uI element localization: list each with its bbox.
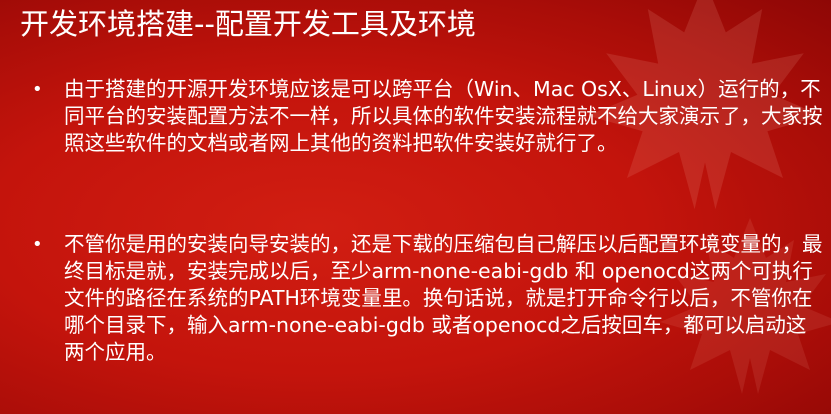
bullet-item: • 由于搭建的开源开发环境应该是可以跨平台（Win、Mac OsX、Linux）… <box>24 76 824 157</box>
slide-title: 开发环境搭建--配置开发工具及环境 <box>20 7 476 41</box>
bullet-icon: • <box>32 234 43 255</box>
bullet-text: 不管你是用的安装向导安装的，还是下载的压缩包自己解压以后配置环境变量的，最终目标… <box>64 232 823 364</box>
bullet-text: 由于搭建的开源开发环境应该是可以跨平台（Win、Mac OsX、Linux）运行… <box>64 77 823 155</box>
bullet-icon: • <box>32 79 43 100</box>
slide: 开发环境搭建--配置开发工具及环境 • 由于搭建的开源开发环境应该是可以跨平台（… <box>0 0 831 414</box>
bullet-item: • 不管你是用的安装向导安装的，还是下载的压缩包自己解压以后配置环境变量的，最终… <box>24 231 824 366</box>
bullet-list: • 由于搭建的开源开发环境应该是可以跨平台（Win、Mac OsX、Linux）… <box>24 76 824 366</box>
